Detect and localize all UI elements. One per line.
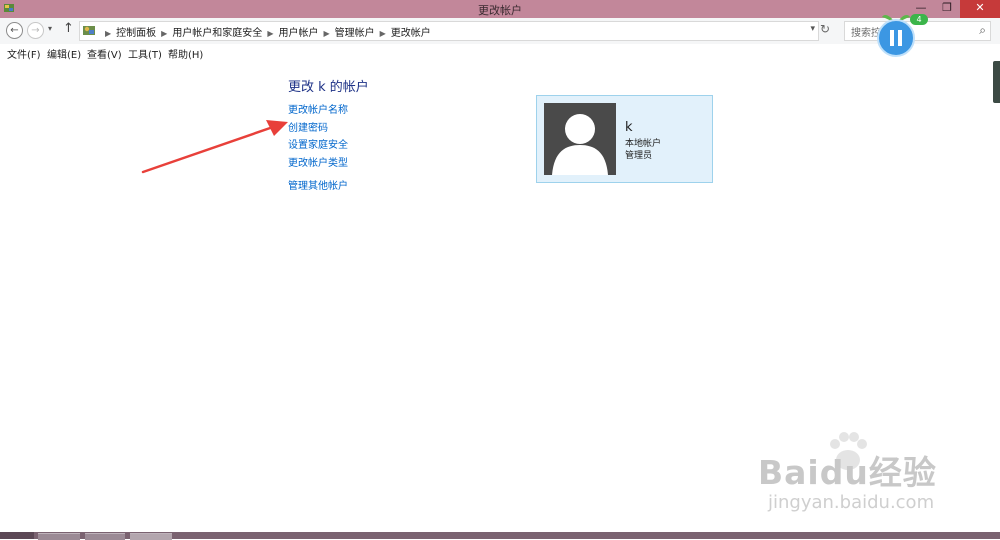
avatar <box>544 103 616 175</box>
watermark-logo: Baidu经验 <box>758 453 937 492</box>
menu-help[interactable]: 帮助(H) <box>168 46 203 61</box>
back-icon[interactable]: ← <box>6 22 23 39</box>
breadcrumb-item[interactable]: 用户帐户和家庭安全 <box>172 24 262 39</box>
breadcrumb-separator[interactable]: ▶ <box>161 29 167 38</box>
account-role: 管理员 <box>625 151 653 161</box>
maximize-button[interactable]: ❐ <box>934 0 960 18</box>
page-title: 更改 k 的帐户 <box>288 80 369 95</box>
breadcrumb-separator: ▶ <box>105 29 112 38</box>
search-icon[interactable]: ⌕ <box>979 23 986 38</box>
address-bar[interactable]: ▶ 控制面板 ▶ 用户帐户和家庭安全 ▶ 用户帐户 ▶ 管理帐户 ▶ 更改帐户 ▾ <box>79 21 819 41</box>
side-panel-handle[interactable] <box>993 61 1000 103</box>
chevron-down-icon[interactable]: ▾ <box>810 24 815 34</box>
up-icon[interactable]: ↑ <box>63 21 74 36</box>
breadcrumb: ▶ 控制面板 ▶ 用户帐户和家庭安全 ▶ 用户帐户 ▶ 管理帐户 ▶ 更改帐户 <box>100 24 431 39</box>
arrow-annotation <box>141 120 288 174</box>
breadcrumb-separator[interactable]: ▶ <box>267 29 273 38</box>
breadcrumb-item[interactable]: 用户帐户 <box>278 24 318 39</box>
navigation-bar: ← → ▾ ↑ ▶ 控制面板 ▶ 用户帐户和家庭安全 ▶ 用户帐户 ▶ 管理帐户 ▶ 更改帐户 ▾… <box>0 18 1000 45</box>
refresh-icon[interactable]: ↻ <box>820 22 830 36</box>
start-button[interactable] <box>0 532 34 539</box>
menu-bar: 文件(F) 编辑(E) 查看(V) 工具(T) 帮助(H) <box>0 44 1000 61</box>
breadcrumb-separator[interactable]: ▶ <box>380 29 386 38</box>
menu-edit[interactable]: 编辑(E) <box>47 46 81 61</box>
forward-icon[interactable]: → <box>27 22 44 39</box>
window-title: 更改帐户 <box>478 4 522 17</box>
breadcrumb-item[interactable]: 控制面板 <box>116 24 156 39</box>
recent-locations-button[interactable]: ▾ <box>48 24 52 33</box>
close-button[interactable]: ✕ <box>960 0 1000 18</box>
link-manage-other-accounts[interactable]: 管理其他帐户 <box>288 177 348 192</box>
watermark-url: jingyan.baidu.com <box>768 492 935 513</box>
account-name: k <box>625 120 633 135</box>
avatar-icon <box>544 103 616 175</box>
menu-view[interactable]: 查看(V) <box>87 46 122 61</box>
control-panel-icon <box>83 26 95 35</box>
breadcrumb-item[interactable]: 管理帐户 <box>335 24 375 39</box>
breadcrumb-separator[interactable]: ▶ <box>323 29 329 38</box>
title-bar: 更改帐户 — ❐ ✕ <box>0 0 1000 18</box>
menu-tools[interactable]: 工具(T) <box>128 46 162 61</box>
menu-file[interactable]: 文件(F) <box>7 46 41 61</box>
breadcrumb-item[interactable]: 更改帐户 <box>391 24 431 39</box>
link-change-account-name[interactable]: 更改帐户名称 <box>288 101 348 116</box>
account-card: k 本地帐户 管理员 <box>536 95 713 183</box>
notification-badge: 4 <box>910 14 928 25</box>
